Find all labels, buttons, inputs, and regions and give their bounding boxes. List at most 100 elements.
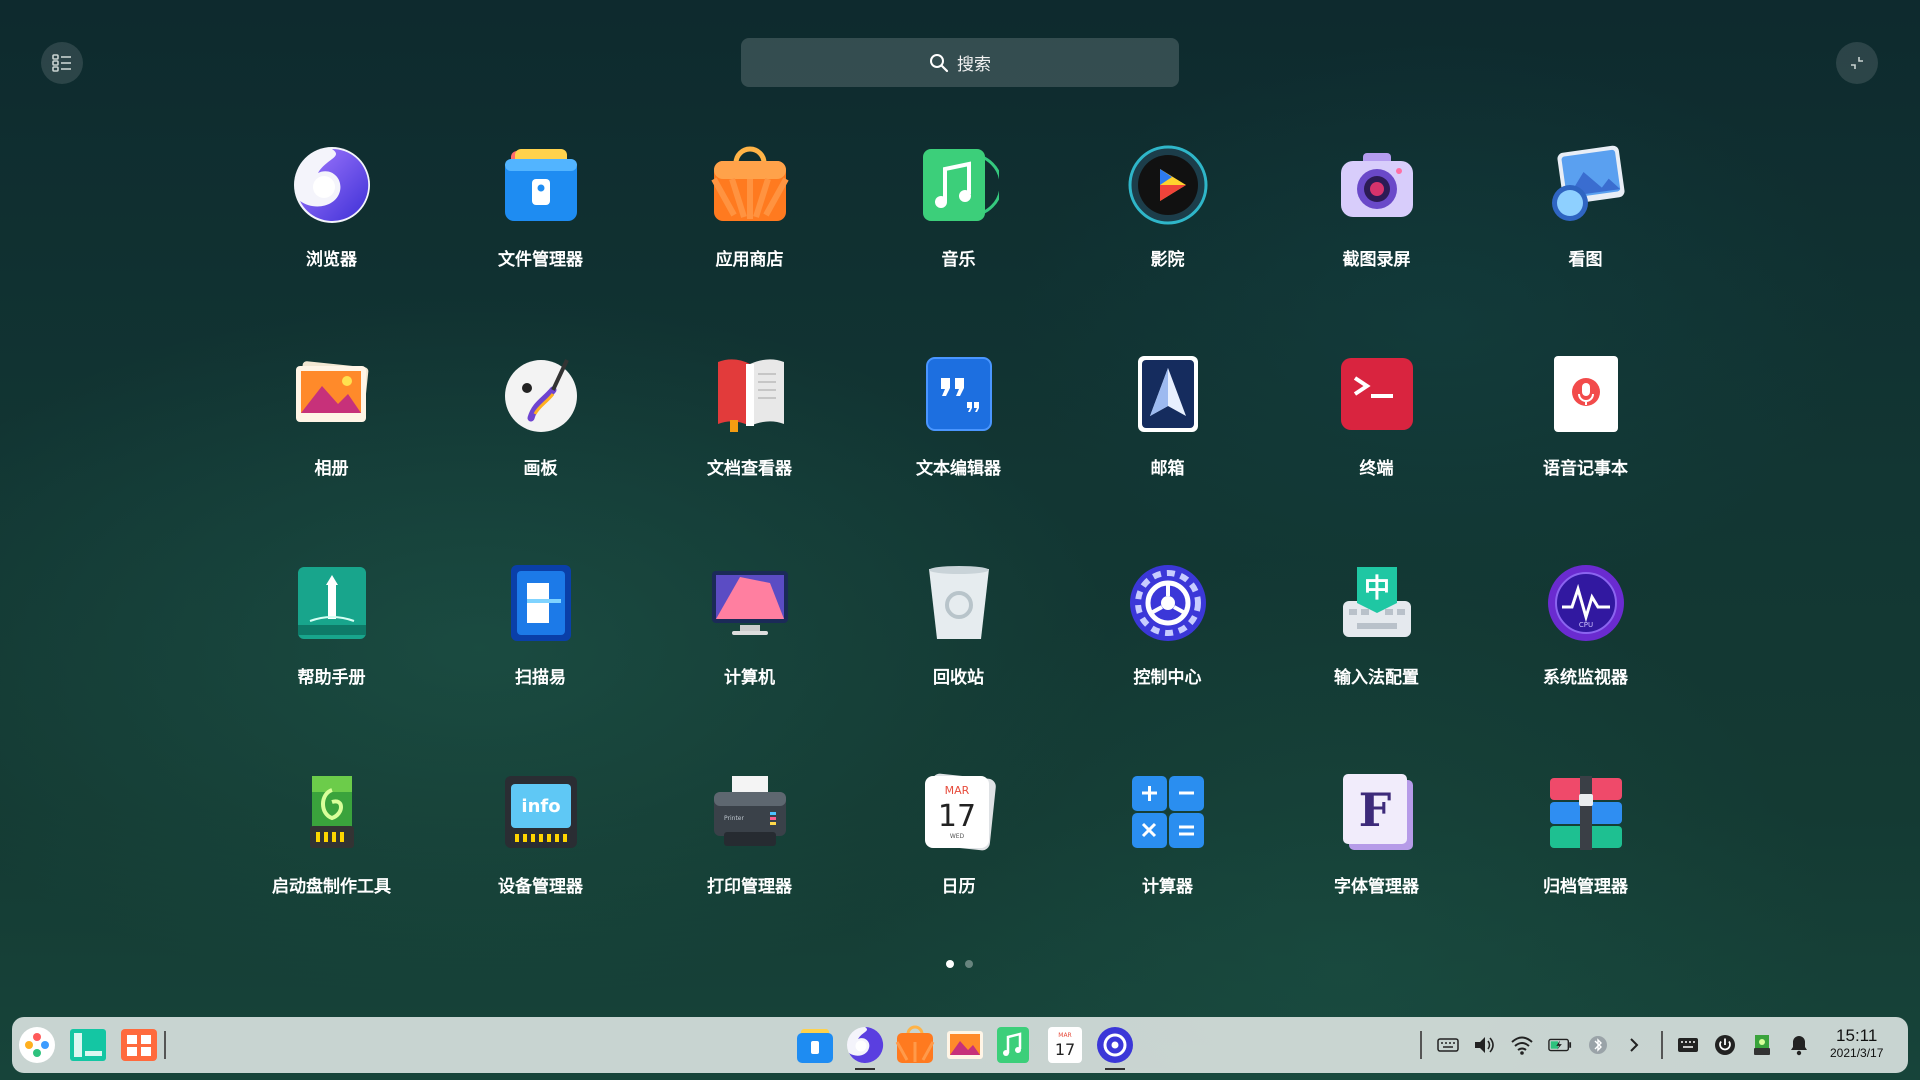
chevron-right-icon [1630, 1038, 1639, 1052]
app-terminal[interactable]: 终端 [1272, 349, 1481, 558]
app-movie[interactable]: 影院 [1063, 140, 1272, 349]
clock-time: 15:11 [1836, 1026, 1878, 1045]
app-scanner[interactable]: 扫描易 [436, 558, 645, 767]
app-voice-note[interactable]: 语音记事本 [1481, 349, 1690, 558]
terminal-icon [1340, 358, 1413, 430]
search-box[interactable]: 搜索 [741, 38, 1179, 87]
multitask-view-icon[interactable] [68, 1025, 108, 1065]
taskbar: MAR 17 15:11 2021/3/17 [12, 1017, 1908, 1073]
app-calculator[interactable]: 计算器 [1063, 767, 1272, 976]
app-label: 控制中心 [1133, 668, 1202, 688]
document-viewer-icon [717, 359, 784, 432]
clock[interactable]: 15:11 2021/3/17 [1830, 1026, 1883, 1060]
page-dot-1[interactable] [946, 960, 954, 968]
mail-icon [1137, 356, 1198, 432]
browser-icon[interactable] [845, 1025, 885, 1065]
text-editor-icon [925, 357, 992, 431]
browser-icon [293, 147, 370, 223]
dock-separator [164, 1031, 166, 1059]
app-label: 邮箱 [1150, 459, 1185, 479]
movie-icon [1128, 145, 1207, 225]
wifi-icon [1511, 1036, 1533, 1055]
app-label: 计算机 [724, 668, 775, 688]
cpu-glyph: CPU [1578, 621, 1592, 629]
app-music[interactable]: 音乐 [854, 140, 1063, 349]
file-manager-icon[interactable] [795, 1025, 835, 1065]
app-label: 帮助手册 [297, 668, 366, 688]
keyboard-tray[interactable] [1436, 1033, 1460, 1057]
calendar-icon[interactable]: MAR 17 [1045, 1025, 1085, 1065]
power-tray[interactable] [1713, 1033, 1737, 1057]
app-manual[interactable]: 帮助手册 [227, 558, 436, 767]
app-label: 浏览器 [306, 250, 357, 270]
power-icon [1715, 1035, 1735, 1055]
app-mail[interactable]: 邮箱 [1063, 349, 1272, 558]
app-label: 输入法配置 [1334, 668, 1419, 688]
bluetooth-tray[interactable] [1586, 1033, 1610, 1057]
volume-tray[interactable] [1472, 1033, 1496, 1057]
draw-icon [504, 359, 577, 432]
album-icon[interactable] [945, 1025, 985, 1065]
app-calendar[interactable]: MAR 17 WED 日历 [854, 767, 1063, 976]
file-manager-icon [504, 149, 577, 221]
app-system-monitor[interactable]: CPU 系统监视器 [1481, 558, 1690, 767]
onscreen-keyboard-tray[interactable] [1676, 1033, 1700, 1057]
app-trash[interactable]: 回收站 [854, 558, 1063, 767]
control-center-icon [1129, 565, 1206, 641]
app-store-icon[interactable] [895, 1025, 935, 1065]
app-text-editor[interactable]: 文本编辑器 [854, 349, 1063, 558]
tray-separator [1420, 1031, 1422, 1059]
show-desktop-icon[interactable] [119, 1025, 159, 1065]
app-label: 归档管理器 [1543, 877, 1628, 897]
app-label: 应用商店 [715, 250, 784, 270]
app-label: 影院 [1150, 250, 1185, 270]
ime-glyph: 中 [1363, 574, 1389, 604]
tray-expand[interactable] [1622, 1033, 1646, 1057]
input-method-icon: 中 [1342, 567, 1411, 637]
app-app-store[interactable]: 应用商店 [645, 140, 854, 349]
app-label: 语音记事本 [1543, 459, 1628, 479]
wifi-tray[interactable] [1510, 1033, 1534, 1057]
app-draw[interactable]: 画板 [436, 349, 645, 558]
app-label: 文档查看器 [707, 459, 792, 479]
battery-tray[interactable] [1548, 1033, 1572, 1057]
system-monitor-icon: CPU [1547, 565, 1624, 641]
bell-icon [1791, 1036, 1807, 1056]
launcher-icon[interactable] [17, 1025, 57, 1065]
onscreen-keyboard-icon [1678, 1038, 1698, 1052]
app-label: 日历 [941, 877, 976, 897]
app-document-viewer[interactable]: 文档查看器 [645, 349, 854, 558]
app-control-center[interactable]: 控制中心 [1063, 558, 1272, 767]
app-screenshot[interactable]: 截图录屏 [1272, 140, 1481, 349]
app-album[interactable]: 相册 [227, 349, 436, 558]
app-browser[interactable]: 浏览器 [227, 140, 436, 349]
boot-maker-tray[interactable] [1750, 1033, 1774, 1057]
music-icon[interactable] [995, 1025, 1035, 1065]
search-icon [930, 53, 949, 72]
app-device-manager[interactable]: info 设备管理器 [436, 767, 645, 976]
notification-tray[interactable] [1787, 1033, 1811, 1057]
list-mode-button[interactable] [41, 42, 83, 84]
app-label: 计算器 [1142, 877, 1193, 897]
app-file-manager[interactable]: 文件管理器 [436, 140, 645, 349]
app-archive-manager[interactable]: 归档管理器 [1481, 767, 1690, 976]
app-label: 扫描易 [515, 668, 566, 688]
page-indicator [946, 960, 973, 968]
app-label: 打印管理器 [707, 877, 792, 897]
music-icon [922, 149, 999, 221]
app-computer[interactable]: 计算机 [645, 558, 854, 767]
exit-fullscreen-button[interactable] [1836, 42, 1878, 84]
app-label: 字体管理器 [1334, 877, 1419, 897]
image-viewer-icon [1551, 145, 1625, 221]
app-input-method[interactable]: 中 输入法配置 [1272, 558, 1481, 767]
app-label: 启动盘制作工具 [272, 877, 391, 897]
control-center-icon[interactable] [1095, 1025, 1135, 1065]
font-glyph: F [1358, 783, 1391, 837]
app-font-manager[interactable]: F 字体管理器 [1272, 767, 1481, 976]
app-print-manager[interactable]: Printer 打印管理器 [645, 767, 854, 976]
app-image-viewer[interactable]: 看图 [1481, 140, 1690, 349]
app-boot-maker[interactable]: 启动盘制作工具 [227, 767, 436, 976]
page-dot-2[interactable] [965, 960, 973, 968]
usb-drive-icon [1754, 1035, 1770, 1055]
bluetooth-icon [1589, 1036, 1607, 1054]
